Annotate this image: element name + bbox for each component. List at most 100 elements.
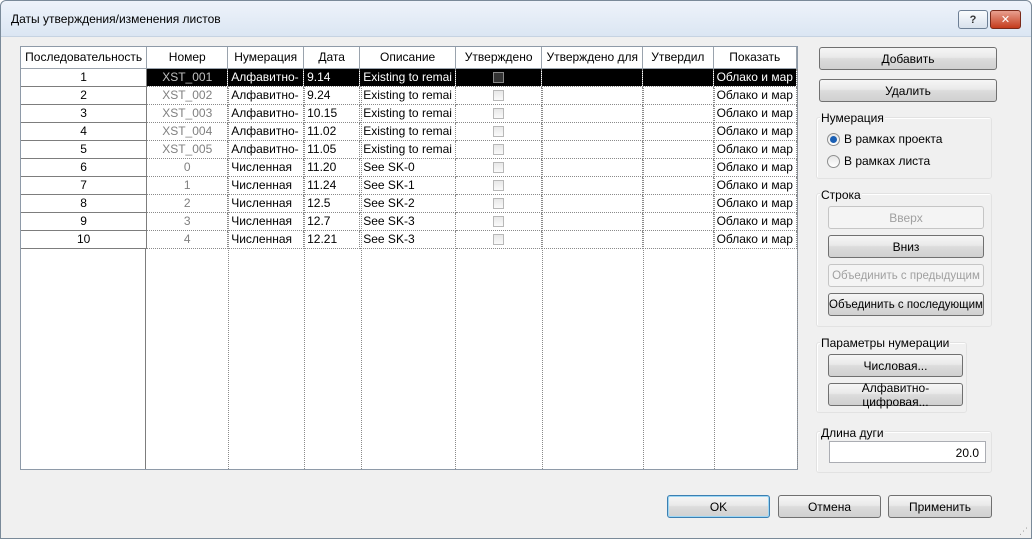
- radio-per-project[interactable]: В рамках проекта: [827, 132, 942, 146]
- column-header[interactable]: Утверждено для: [541, 47, 644, 69]
- approved-cell[interactable]: [455, 212, 543, 231]
- numbering-cell[interactable]: Численная: [227, 230, 305, 249]
- sequence-cell[interactable]: 4: [21, 122, 148, 141]
- column-header[interactable]: Утверждено: [455, 47, 543, 69]
- approved-by-cell[interactable]: [642, 176, 714, 195]
- approved-by-cell[interactable]: [642, 230, 714, 249]
- show-cell[interactable]: Облако и мар: [713, 158, 798, 177]
- approved-by-cell[interactable]: [642, 158, 714, 177]
- approved-for-cell[interactable]: [541, 212, 644, 231]
- numbering-cell[interactable]: Алфавитно-: [227, 122, 305, 141]
- number-cell[interactable]: XST_005: [146, 140, 229, 159]
- sequence-cell[interactable]: 10: [21, 230, 148, 249]
- column-header[interactable]: Дата: [303, 47, 361, 69]
- approved-for-cell[interactable]: [541, 104, 644, 123]
- date-cell[interactable]: 12.7: [303, 212, 361, 231]
- number-cell[interactable]: 1: [146, 176, 229, 195]
- approved-by-cell[interactable]: [642, 140, 714, 159]
- move-up-button[interactable]: Вверх: [828, 206, 984, 229]
- approved-for-cell[interactable]: [541, 158, 644, 177]
- delete-button[interactable]: Удалить: [819, 79, 997, 102]
- approved-checkbox[interactable]: [493, 198, 505, 210]
- table-row[interactable]: 5 XST_005 Алфавитно- 11.05 Existing to remai…: [21, 140, 798, 159]
- approved-cell[interactable]: [455, 68, 543, 87]
- sequence-cell[interactable]: 6: [21, 158, 148, 177]
- date-cell[interactable]: 9.24: [303, 86, 361, 105]
- approved-checkbox[interactable]: [493, 108, 505, 120]
- date-cell[interactable]: 11.02: [303, 122, 361, 141]
- approved-checkbox[interactable]: [493, 144, 505, 156]
- approved-cell[interactable]: [455, 158, 543, 177]
- date-cell[interactable]: 10.15: [303, 104, 361, 123]
- number-cell[interactable]: XST_002: [146, 86, 229, 105]
- numbering-cell[interactable]: Численная: [227, 194, 305, 213]
- approved-by-cell[interactable]: [642, 122, 714, 141]
- show-cell[interactable]: Облако и мар: [713, 230, 798, 249]
- numbering-cell[interactable]: Численная: [227, 158, 305, 177]
- description-cell[interactable]: See SK-1: [359, 176, 456, 195]
- description-cell[interactable]: Existing to remai: [359, 86, 456, 105]
- approved-cell[interactable]: [455, 230, 543, 249]
- approved-cell[interactable]: [455, 104, 543, 123]
- date-cell[interactable]: 11.20: [303, 158, 361, 177]
- approved-checkbox[interactable]: [493, 234, 505, 246]
- show-cell[interactable]: Облако и мар: [713, 68, 798, 87]
- number-cell[interactable]: 3: [146, 212, 229, 231]
- sequence-cell[interactable]: 7: [21, 176, 148, 195]
- approved-by-cell[interactable]: [642, 212, 714, 231]
- arc-length-input[interactable]: 20.0: [829, 441, 986, 463]
- numbering-cell[interactable]: Алфавитно-: [227, 68, 305, 87]
- radio-per-sheet[interactable]: В рамках листа: [827, 154, 930, 168]
- approved-for-cell[interactable]: [541, 194, 644, 213]
- sequence-cell[interactable]: 3: [21, 104, 148, 123]
- description-cell[interactable]: Existing to remai: [359, 68, 456, 87]
- number-cell[interactable]: 0: [146, 158, 229, 177]
- show-cell[interactable]: Облако и мар: [713, 122, 798, 141]
- add-button[interactable]: Добавить: [819, 47, 997, 70]
- number-cell[interactable]: XST_004: [146, 122, 229, 141]
- help-button[interactable]: ?: [958, 10, 988, 29]
- show-cell[interactable]: Облако и мар: [713, 212, 798, 231]
- approved-for-cell[interactable]: [541, 140, 644, 159]
- approved-by-cell[interactable]: [642, 86, 714, 105]
- column-header[interactable]: Показать: [713, 47, 798, 69]
- show-cell[interactable]: Облако и мар: [713, 104, 798, 123]
- numbering-cell[interactable]: Численная: [227, 176, 305, 195]
- apply-button[interactable]: Применить: [888, 495, 992, 518]
- column-header[interactable]: Описание: [359, 47, 456, 69]
- approved-checkbox[interactable]: [493, 90, 505, 102]
- approved-cell[interactable]: [455, 122, 543, 141]
- numbering-cell[interactable]: Алфавитно-: [227, 86, 305, 105]
- approved-checkbox[interactable]: [493, 72, 505, 84]
- approved-cell[interactable]: [455, 194, 543, 213]
- numbering-cell[interactable]: Алфавитно-: [227, 140, 305, 159]
- description-cell[interactable]: See SK-2: [359, 194, 456, 213]
- date-cell[interactable]: 11.05: [303, 140, 361, 159]
- cancel-button[interactable]: Отмена: [778, 495, 881, 518]
- approved-for-cell[interactable]: [541, 68, 644, 87]
- merge-previous-button[interactable]: Объединить с предыдущим: [828, 264, 984, 287]
- approved-for-cell[interactable]: [541, 122, 644, 141]
- resize-grip-icon[interactable]: ⋰: [1019, 526, 1028, 537]
- description-cell[interactable]: See SK-3: [359, 230, 456, 249]
- number-cell[interactable]: 2: [146, 194, 229, 213]
- sequence-cell[interactable]: 1: [21, 68, 148, 87]
- approved-cell[interactable]: [455, 176, 543, 195]
- description-cell[interactable]: Existing to remai: [359, 122, 456, 141]
- column-header[interactable]: Нумерация: [227, 47, 305, 69]
- sequence-cell[interactable]: 9: [21, 212, 148, 231]
- approved-by-cell[interactable]: [642, 194, 714, 213]
- move-down-button[interactable]: Вниз: [828, 235, 984, 258]
- column-header[interactable]: Последовательность: [21, 47, 148, 69]
- date-cell[interactable]: 12.5: [303, 194, 361, 213]
- sequence-cell[interactable]: 2: [21, 86, 148, 105]
- number-cell[interactable]: XST_001: [146, 68, 229, 87]
- table-row[interactable]: 6 0 Численная 11.20 See SK-0 Облако и мар: [21, 158, 798, 177]
- approved-for-cell[interactable]: [541, 86, 644, 105]
- alphanumeric-settings-button[interactable]: Алфавитно-цифровая...: [828, 381, 963, 409]
- table-row[interactable]: 2 XST_002 Алфавитно- 9.24 Existing to remai О…: [21, 86, 798, 105]
- merge-next-button[interactable]: Объединить с последующим: [828, 293, 984, 316]
- approved-by-cell[interactable]: [642, 104, 714, 123]
- approved-cell[interactable]: [455, 140, 543, 159]
- table-row[interactable]: 3 XST_003 Алфавитно- 10.15 Existing to remai…: [21, 104, 798, 123]
